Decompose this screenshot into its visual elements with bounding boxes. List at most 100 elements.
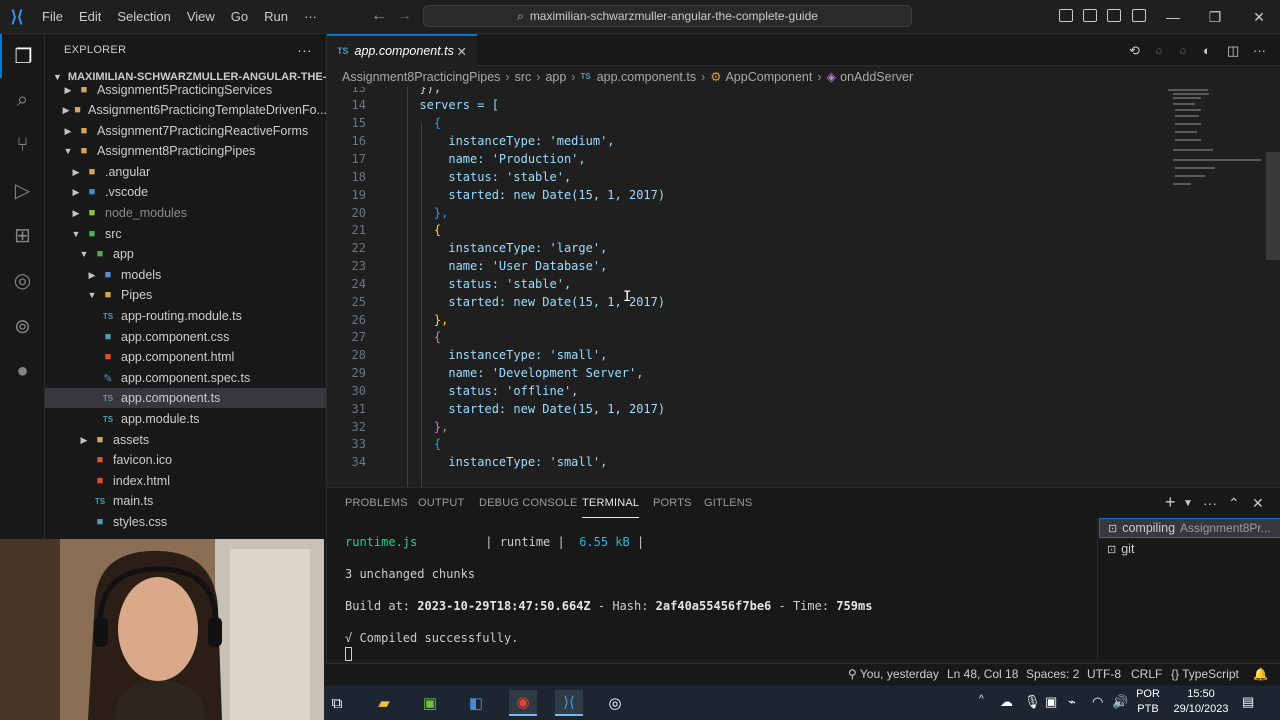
language-mode[interactable]: {} TypeScript: [1171, 667, 1239, 681]
tree-item-src[interactable]: ▼ ■ src: [45, 224, 326, 244]
breadcrumb-file[interactable]: app.component.ts: [597, 70, 696, 84]
extensions-icon[interactable]: ⊞: [0, 213, 45, 257]
source-control-icon[interactable]: ⑂: [0, 123, 45, 167]
tree-item-pipes[interactable]: ▼ ■ Pipes: [45, 285, 326, 305]
clock[interactable]: 15:50 29/10/2023: [1172, 687, 1230, 717]
wifi-icon[interactable]: ◠: [1092, 694, 1103, 710]
cursor-position[interactable]: Ln 48, Col 18: [947, 667, 1018, 681]
encoding[interactable]: UTF-8: [1087, 667, 1121, 681]
back-arrow-icon[interactable]: ←: [371, 7, 387, 25]
toggle-secondary-sidebar-icon[interactable]: [1107, 9, 1121, 22]
menu-more[interactable]: ···: [296, 0, 325, 34]
tab-ports[interactable]: PORTS: [653, 488, 692, 518]
input-language[interactable]: POR PTB: [1130, 687, 1166, 717]
restore-button[interactable]: ❐: [1192, 0, 1238, 34]
tree-item-app-css[interactable]: ■ app.component.css: [45, 327, 326, 347]
usb-icon[interactable]: ⌁: [1068, 694, 1076, 710]
menu-view[interactable]: View: [179, 0, 223, 34]
github-icon[interactable]: ●: [0, 349, 45, 393]
code-editor[interactable]: 13 }); 14 servers = [ 15 { 16 instanceTy…: [327, 87, 1280, 487]
notifications-icon[interactable]: 🔔: [1253, 667, 1268, 681]
open-changes-icon[interactable]: ⟲: [1129, 43, 1140, 59]
tree-item-assignment5[interactable]: ▶ ■ Assignment5PracticingServices: [45, 80, 326, 100]
tree-item-angular[interactable]: ▶ ■ .angular: [45, 162, 326, 182]
menu-run[interactable]: Run: [256, 0, 296, 34]
terminal-item-compiling[interactable]: ⊡ compiling Assignment8Pr...: [1099, 518, 1280, 538]
more-actions-icon[interactable]: ···: [1253, 43, 1266, 58]
tree-item-assignment8[interactable]: ▼ ■ Assignment8PracticingPipes: [45, 141, 326, 161]
menu-edit[interactable]: Edit: [71, 0, 109, 34]
menu-selection[interactable]: Selection: [109, 0, 178, 34]
tree-item-index-html[interactable]: ■ index.html: [45, 471, 326, 491]
tab-terminal[interactable]: TERMINAL: [582, 488, 640, 518]
microphone-icon[interactable]: 🎙: [1024, 694, 1041, 710]
breadcrumb-class[interactable]: AppComponent: [725, 70, 812, 84]
onedrive-icon[interactable]: ☁: [1000, 694, 1013, 710]
revision-back-icon[interactable]: ○: [1155, 43, 1163, 58]
editor-scrollbar[interactable]: [1266, 152, 1280, 260]
outlook-icon[interactable]: ◧: [462, 690, 490, 716]
tree-item-app-spec[interactable]: ✎ app.component.spec.ts: [45, 368, 326, 388]
vscode-taskbar-icon[interactable]: ⟩⟨: [555, 690, 583, 716]
tree-item-assets[interactable]: ▶ ■ assets: [45, 430, 326, 450]
tree-item-app[interactable]: ▼ ■ app: [45, 244, 326, 264]
notification-center-icon[interactable]: ▤: [1242, 694, 1254, 710]
minimap[interactable]: [1165, 87, 1265, 197]
close-tab-icon[interactable]: ✕: [457, 44, 467, 59]
tree-item-app-html[interactable]: ■ app.component.html: [45, 347, 326, 367]
revision-forward-icon[interactable]: ○: [1179, 43, 1187, 58]
menu-go[interactable]: Go: [223, 0, 256, 34]
more-actions-icon[interactable]: ···: [297, 42, 312, 58]
camera-icon[interactable]: ▣: [1045, 694, 1057, 710]
tree-item-main-ts[interactable]: TS main.ts: [45, 491, 326, 511]
task-view-icon[interactable]: ⧉: [323, 690, 351, 716]
tree-item-app-module[interactable]: TS app.module.ts: [45, 409, 326, 429]
gitlens-icon[interactable]: ◎: [0, 258, 45, 302]
run-debug-icon[interactable]: ▷: [0, 168, 45, 212]
close-window-button[interactable]: ✕: [1236, 0, 1280, 34]
gitlens-compare-icon[interactable]: ◐: [1203, 43, 1211, 58]
forward-arrow-icon[interactable]: →: [396, 7, 412, 25]
explorer-icon[interactable]: ❐: [0, 34, 45, 78]
volume-icon[interactable]: 🔊: [1112, 694, 1128, 710]
menu-file[interactable]: File: [34, 0, 71, 34]
tab-problems[interactable]: PROBLEMS: [345, 488, 408, 518]
tree-item-node-modules[interactable]: ▶ ■ node_modules: [45, 203, 326, 223]
remote-explorer-icon[interactable]: ⊚: [0, 304, 45, 348]
tree-item-assignment6[interactable]: ▶ ■ Assignment6PracticingTemplateDrivenFo.…: [45, 100, 326, 120]
tree-item-styles-css[interactable]: ■ styles.css: [45, 512, 326, 532]
show-hidden-icons-icon[interactable]: ^: [979, 694, 984, 705]
customize-layout-icon[interactable]: [1132, 9, 1146, 22]
tree-item-vscode[interactable]: ▶ ■ .vscode: [45, 182, 326, 202]
tab-app-component-ts[interactable]: TS app.component.ts ✕: [327, 34, 477, 66]
toggle-panel-icon[interactable]: [1083, 9, 1097, 22]
tree-item-favicon[interactable]: ■ favicon.ico: [45, 450, 326, 470]
tree-item-app-routing[interactable]: TS app-routing.module.ts: [45, 306, 326, 326]
chrome-icon[interactable]: ◉: [509, 690, 537, 716]
end-of-line[interactable]: CRLF: [1131, 667, 1162, 681]
minimize-button[interactable]: —: [1150, 0, 1196, 34]
tab-debug-console[interactable]: DEBUG CONSOLE: [479, 488, 578, 518]
indentation[interactable]: Spaces: 2: [1026, 667, 1079, 681]
breadcrumb-app[interactable]: app: [545, 70, 566, 84]
breadcrumb-src[interactable]: src: [515, 70, 532, 84]
command-center-search[interactable]: ⌕ maximilian-schwarzmuller-angular-the-c…: [423, 5, 912, 27]
notepad-plus-plus-icon[interactable]: ▣: [416, 690, 444, 716]
tab-output[interactable]: OUTPUT: [418, 488, 464, 518]
maximize-panel-icon[interactable]: ⌃: [1228, 495, 1240, 512]
breadcrumb-folder[interactable]: Assignment8PracticingPipes: [342, 70, 500, 84]
tab-gitlens[interactable]: GITLENS: [704, 488, 752, 518]
search-icon[interactable]: ⌕: [0, 78, 45, 122]
toggle-sidebar-icon[interactable]: [1059, 9, 1073, 22]
git-blame[interactable]: ⚲ You, yesterday: [848, 667, 939, 681]
chevron-down-icon[interactable]: ▼: [1183, 498, 1193, 509]
tree-item-models[interactable]: ▶ ■ models: [45, 265, 326, 285]
tree-item-app-component-ts[interactable]: TS app.component.ts: [45, 388, 326, 408]
breadcrumb-method[interactable]: onAddServer: [840, 70, 913, 84]
file-explorer-icon[interactable]: ▰: [370, 690, 398, 716]
terminal-item-git[interactable]: ⊡ git: [1099, 539, 1280, 559]
new-terminal-icon[interactable]: +: [1165, 492, 1176, 513]
obs-icon[interactable]: ◎: [601, 690, 629, 716]
tree-item-assignment7[interactable]: ▶ ■ Assignment7PracticingReactiveForms: [45, 121, 326, 141]
more-actions-icon[interactable]: ···: [1203, 495, 1217, 511]
